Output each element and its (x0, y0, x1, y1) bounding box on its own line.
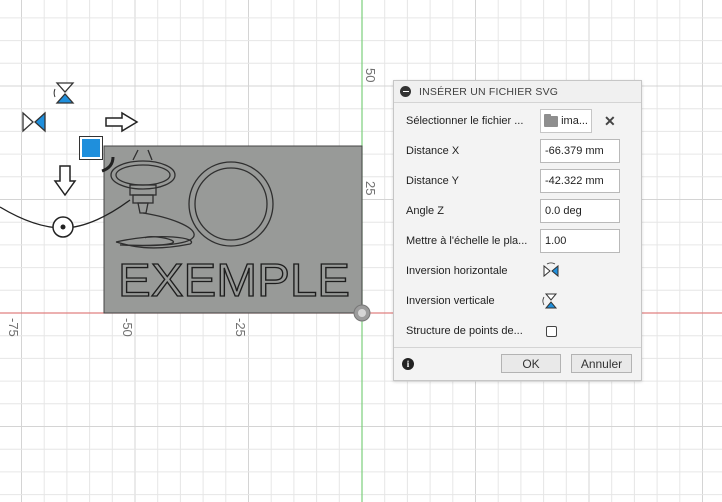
select-file-button[interactable]: ima... (540, 109, 592, 133)
row-scale: Mettre à l'échelle le pla... 1.00 (406, 228, 636, 254)
inserted-svg-preview[interactable]: EXEMPLE (103, 145, 363, 314)
info-icon[interactable]: i (402, 358, 414, 370)
flip-horizontal-label: Inversion horizontale (406, 265, 508, 277)
point-structure-checkbox[interactable] (546, 325, 557, 337)
distance-x-label: Distance X (406, 145, 460, 157)
row-select-file: Sélectionner le fichier ... ima... ✕ (406, 108, 636, 134)
cancel-button[interactable]: Annuler (571, 354, 632, 373)
close-icon[interactable]: ✕ (604, 113, 616, 130)
row-angle-z: Angle Z 0.0 deg (406, 198, 636, 224)
tick-25: 25 (363, 181, 378, 196)
move-center-handle-icon[interactable] (80, 137, 102, 159)
dialog-title: INSÉRER UN FICHIER SVG (419, 85, 559, 98)
move-x-arrow-icon[interactable] (104, 110, 140, 134)
tick-neg25: -25 (233, 318, 248, 337)
tick-neg50: -50 (120, 318, 135, 337)
row-distance-x: Distance X -66.379 mm (406, 138, 636, 164)
dialog-footer: i OK Annuler (394, 347, 641, 380)
row-point-structure: Structure de points de... (406, 318, 636, 344)
tick-50: 50 (363, 68, 378, 83)
ok-button[interactable]: OK (501, 354, 561, 373)
row-flip-vertical: Inversion verticale (406, 288, 636, 314)
dialog-header: INSÉRER UN FICHIER SVG (394, 81, 641, 103)
row-distance-y: Distance Y -42.322 mm (406, 168, 636, 194)
rotate-handle-icon[interactable] (51, 215, 75, 239)
insert-svg-dialog: INSÉRER UN FICHIER SVG Sélectionner le f… (393, 80, 642, 381)
folder-icon (544, 113, 559, 127)
angle-z-label: Angle Z (406, 205, 444, 217)
angle-z-input[interactable]: 0.0 deg (540, 199, 620, 223)
select-file-button-label: ima... (561, 115, 588, 127)
scale-label: Mettre à l'échelle le pla... (406, 235, 528, 247)
distance-y-input[interactable]: -42.322 mm (540, 169, 620, 193)
distance-y-label: Distance Y (406, 175, 459, 187)
row-flip-horizontal: Inversion horizontale (406, 258, 636, 284)
point-structure-label: Structure de points de... (406, 325, 523, 337)
rotate-corner-handle-icon[interactable] (100, 155, 116, 175)
sketch-text: EXEMPLE (118, 254, 350, 306)
collapse-icon[interactable] (400, 86, 411, 97)
select-file-label: Sélectionner le fichier ... (406, 115, 524, 127)
flip-vertical-icon[interactable] (542, 292, 560, 310)
move-y-arrow-icon[interactable] (52, 164, 78, 198)
flip-vertical-label: Inversion verticale (406, 295, 495, 307)
flip-horizontal-icon[interactable] (542, 262, 560, 280)
flip-horizontal-handle-icon[interactable] (20, 109, 48, 135)
distance-x-input[interactable]: -66.379 mm (540, 139, 620, 163)
scale-input[interactable]: 1.00 (540, 229, 620, 253)
flip-vertical-handle-icon[interactable] (52, 80, 78, 106)
tick-neg75: -75 (6, 318, 21, 337)
